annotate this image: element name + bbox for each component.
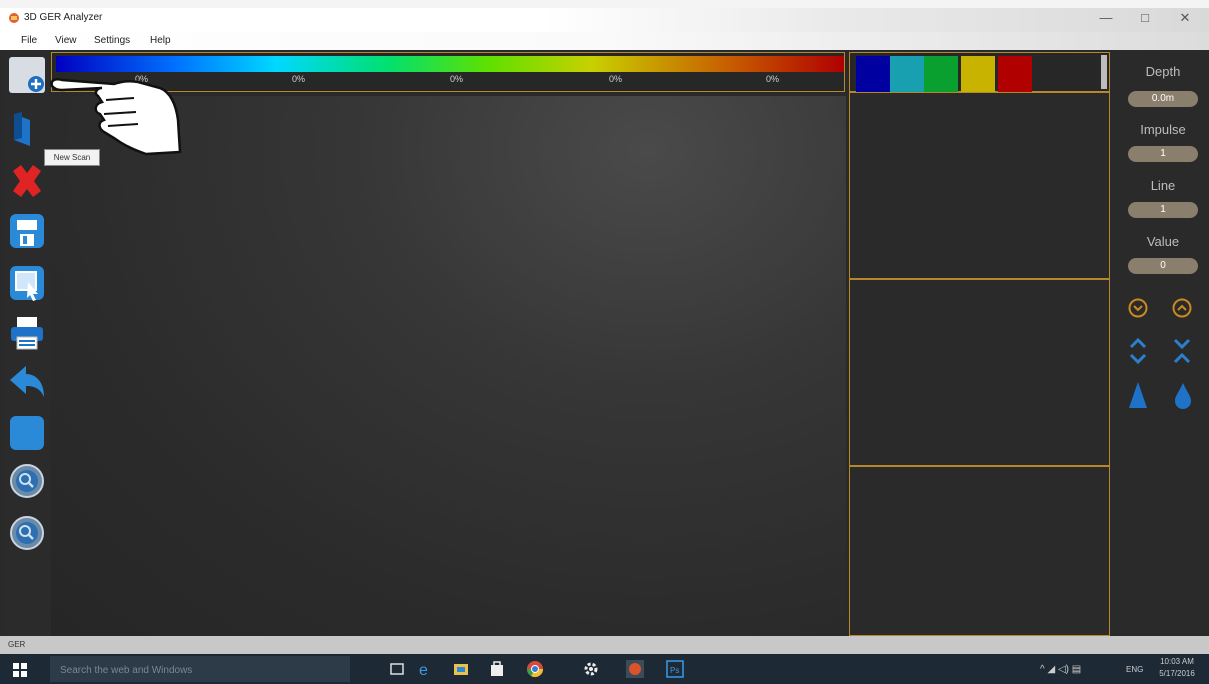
color-swatch[interactable]	[924, 56, 958, 92]
task-view-icon[interactable]	[388, 660, 406, 678]
language-indicator[interactable]: ENG	[1126, 665, 1143, 674]
scale-label: 0%	[766, 74, 780, 84]
color-swatch[interactable]	[961, 56, 995, 92]
tray-icons[interactable]: ^ ◢ ◁) ▤	[1040, 664, 1081, 675]
minimize-button[interactable]: —	[1089, 8, 1123, 30]
status-text: GER	[8, 640, 26, 649]
file-explorer-icon[interactable]	[452, 660, 470, 678]
pointer-hand-icon	[50, 78, 182, 156]
photoshop-icon[interactable]: Ps	[666, 660, 684, 678]
save-icon[interactable]	[8, 212, 46, 250]
line-label: Line	[1150, 178, 1176, 193]
swatch-scrollbar[interactable]	[1101, 55, 1107, 89]
menu-bar	[0, 32, 1209, 50]
delete-icon[interactable]	[8, 162, 46, 200]
windows-start-icon[interactable]	[12, 662, 28, 678]
taskbar-search-placeholder: Search the web and Windows	[60, 665, 193, 676]
preview-panel-bottom	[849, 466, 1110, 636]
depth-label: Depth	[1145, 64, 1181, 79]
depth-value: 0.0m	[1128, 91, 1198, 107]
line-value: 1	[1128, 202, 1198, 218]
title-bar	[0, 8, 1209, 32]
menu-view[interactable]: View	[55, 35, 77, 46]
app-taskbar-icon[interactable]	[626, 660, 644, 678]
zoom-in-icon[interactable]	[8, 462, 46, 500]
preview-panel-top	[849, 92, 1110, 279]
edge-icon[interactable]: e	[416, 660, 434, 678]
undo-icon[interactable]	[8, 362, 46, 400]
expand-icon[interactable]	[1127, 336, 1149, 366]
close-button[interactable]: ✕	[1168, 8, 1202, 30]
menu-help[interactable]: Help	[150, 35, 171, 46]
scan-canvas[interactable]	[51, 96, 846, 636]
app-icon	[9, 13, 19, 23]
impulse-value: 1	[1128, 146, 1198, 162]
status-bar	[0, 636, 1209, 654]
readout-panel	[1110, 50, 1209, 636]
blank-tool-icon[interactable]	[8, 414, 46, 452]
settings-gear-icon[interactable]	[582, 660, 600, 678]
print-icon[interactable]	[8, 314, 46, 352]
clock-date[interactable]: 5/17/2016	[1150, 669, 1204, 678]
preview-panel-middle	[849, 279, 1110, 466]
open-folder-icon[interactable]	[8, 110, 46, 148]
drop-icon[interactable]	[1172, 380, 1194, 410]
color-scale-gradient	[56, 56, 844, 72]
menu-settings[interactable]: Settings	[94, 35, 130, 46]
new-scan-tooltip: New Scan	[44, 149, 100, 166]
scale-label: 0%	[609, 74, 623, 84]
window-title: 3D GER Analyzer	[24, 12, 103, 23]
store-icon[interactable]	[488, 660, 506, 678]
zoom-out-icon[interactable]	[8, 514, 46, 552]
impulse-label: Impulse	[1140, 122, 1186, 137]
color-swatch[interactable]	[998, 56, 1032, 92]
scale-label: 0%	[292, 74, 306, 84]
color-swatch[interactable]	[856, 56, 890, 92]
maximize-button[interactable]: □	[1128, 8, 1162, 30]
menu-file[interactable]: File	[21, 35, 37, 46]
new-scan-icon[interactable]	[8, 56, 46, 94]
scale-label: 0%	[450, 74, 464, 84]
cone-icon[interactable]	[1127, 380, 1149, 410]
chrome-icon[interactable]	[526, 660, 544, 678]
value-value: 0	[1128, 258, 1198, 274]
collapse-icon[interactable]	[1171, 336, 1193, 366]
svg-text:e: e	[419, 662, 428, 678]
clock-time[interactable]: 10:03 AM	[1150, 657, 1204, 666]
select-area-icon[interactable]	[8, 264, 46, 302]
svg-text:Ps: Ps	[670, 666, 679, 675]
value-label: Value	[1146, 234, 1180, 249]
chevron-up-icon[interactable]	[1172, 298, 1192, 318]
color-swatch[interactable]	[890, 56, 924, 92]
chevron-down-icon[interactable]	[1128, 298, 1148, 318]
